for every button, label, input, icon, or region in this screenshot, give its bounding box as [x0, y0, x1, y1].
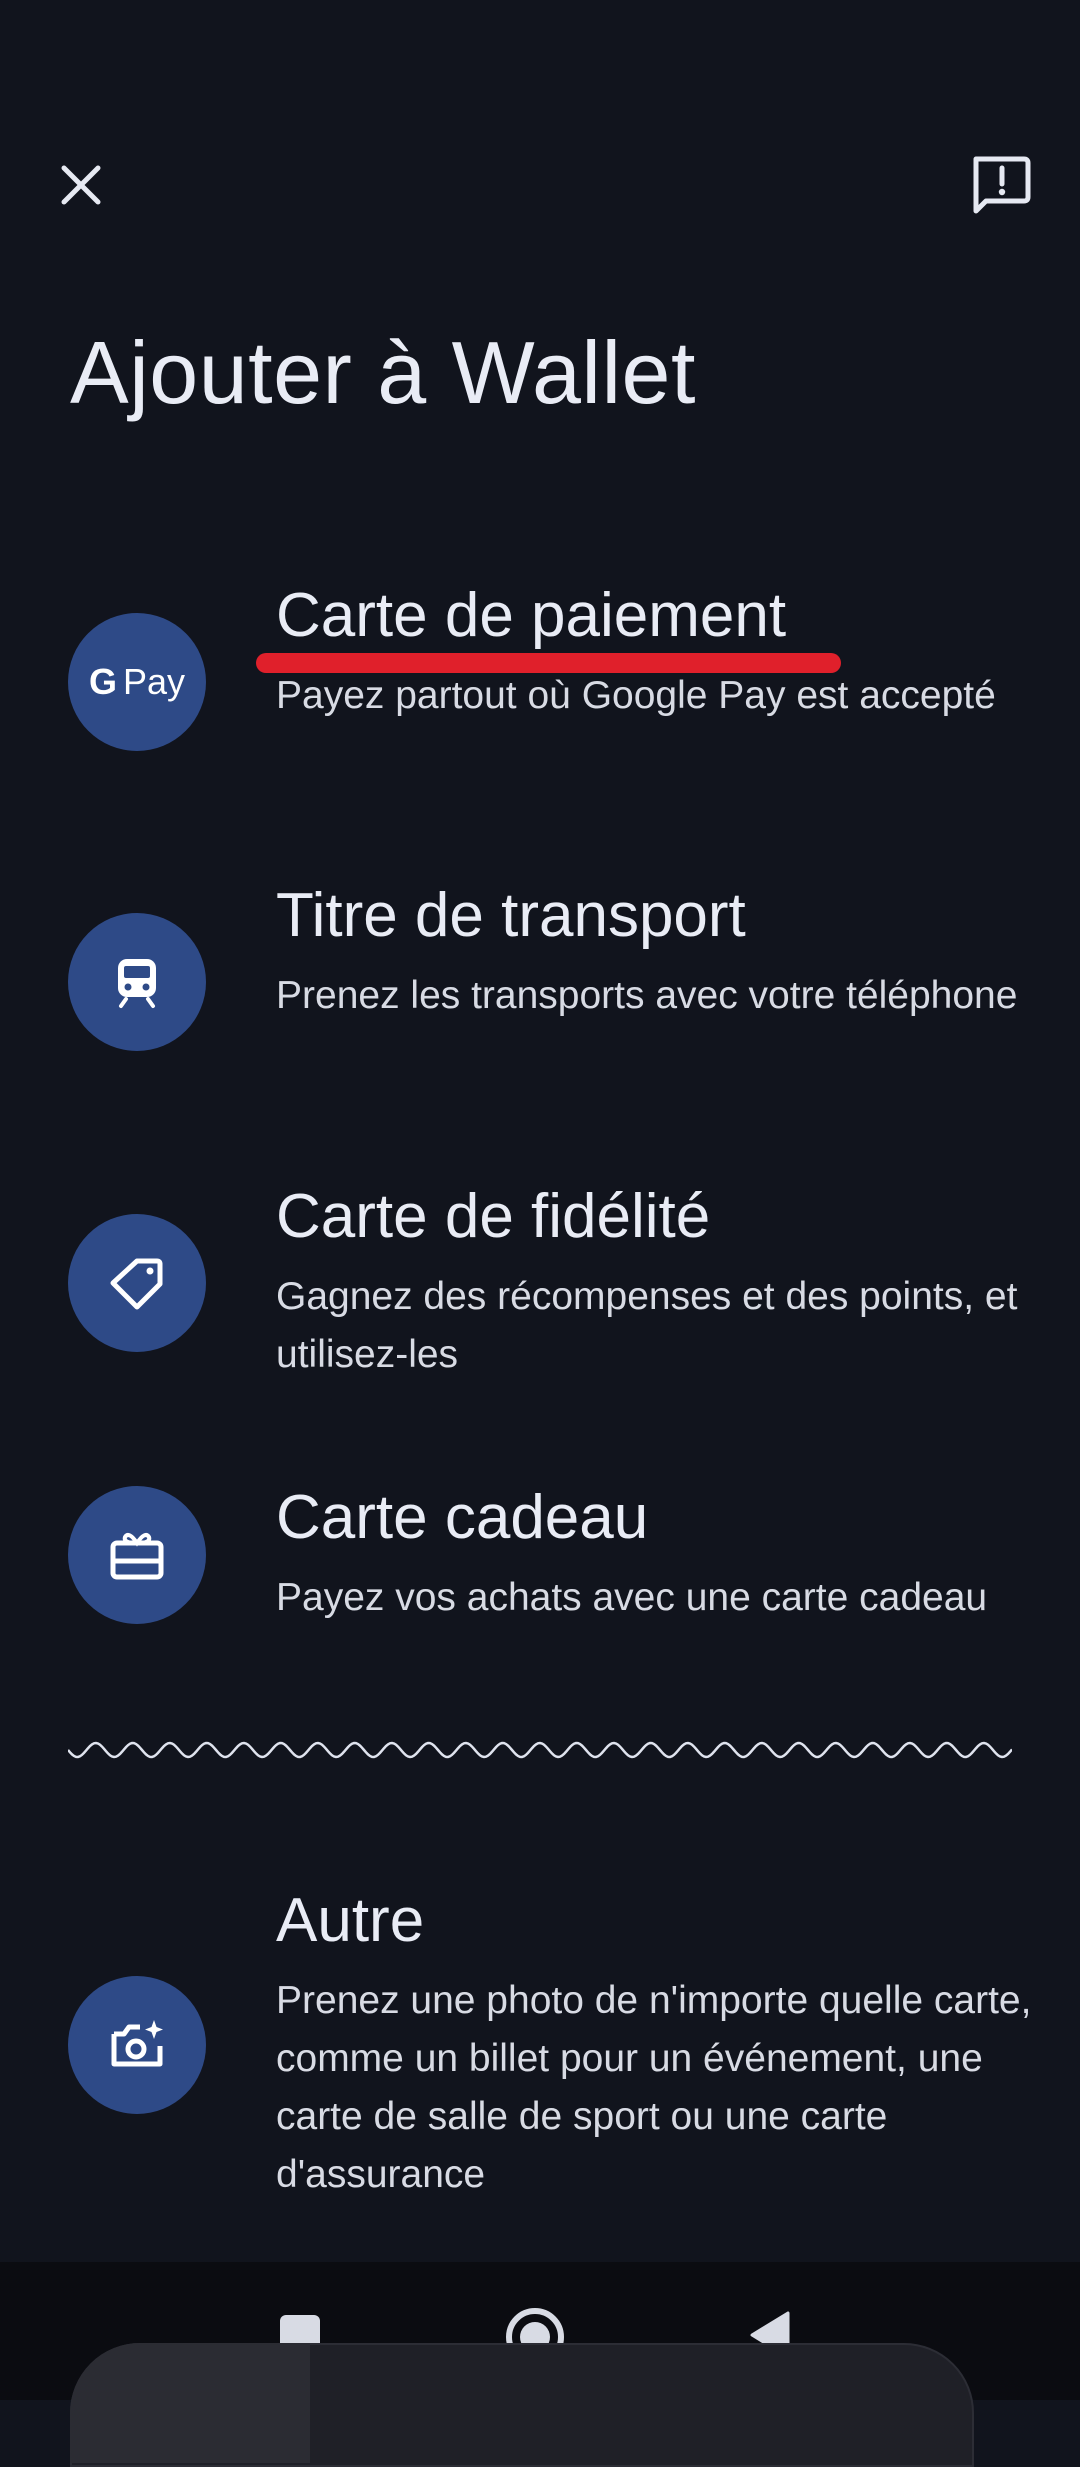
item-description: Prenez les transports avec votre télépho… [276, 974, 1018, 1017]
list-item-transit-ticket[interactable]: Titre de transport Prenez les transports… [0, 860, 1080, 1100]
close-button[interactable] [36, 140, 126, 230]
list-item-payment-card[interactable]: G Pay Carte de paiement Payez partout où … [0, 560, 1080, 800]
top-bar [0, 0, 1080, 280]
list-item-loyalty-card[interactable]: Carte de fidélité Gagnez des récompenses… [0, 1161, 1080, 1401]
annotation-underline [256, 653, 841, 673]
camera-sparkle-icon [68, 1976, 206, 2114]
page-title: Ajouter à Wallet [70, 323, 696, 422]
bottom-sheet-left-tab [70, 2343, 310, 2463]
train-icon [68, 913, 206, 1051]
item-label: Carte de fidélité [276, 1182, 711, 1251]
feedback-icon [973, 156, 1031, 214]
item-description: Payez partout où Google Pay est accepté [276, 674, 996, 717]
item-label: Carte de paiement [276, 581, 787, 650]
list-item-other[interactable]: Autre Prenez une photo de n'importe quel… [0, 1870, 1080, 2210]
item-label: Titre de transport [276, 881, 746, 950]
close-icon [61, 165, 101, 205]
list-item-gift-card[interactable]: Carte cadeau Payez vos achats avec une c… [0, 1462, 1080, 1662]
google-pay-icon: G Pay [68, 613, 206, 751]
gift-card-icon [68, 1486, 206, 1624]
item-description: Gagnez des récompenses et des points, et… [276, 1275, 1018, 1376]
wavy-divider [68, 1741, 1012, 1759]
item-label: Carte cadeau [276, 1483, 649, 1552]
item-label: Autre [276, 1886, 425, 1955]
item-description: Payez vos achats avec une carte cadeau [276, 1576, 988, 1619]
loyalty-tag-icon [68, 1214, 206, 1352]
item-description: Prenez une photo de n'importe quelle car… [276, 1979, 1032, 2196]
feedback-button[interactable] [955, 140, 1045, 230]
